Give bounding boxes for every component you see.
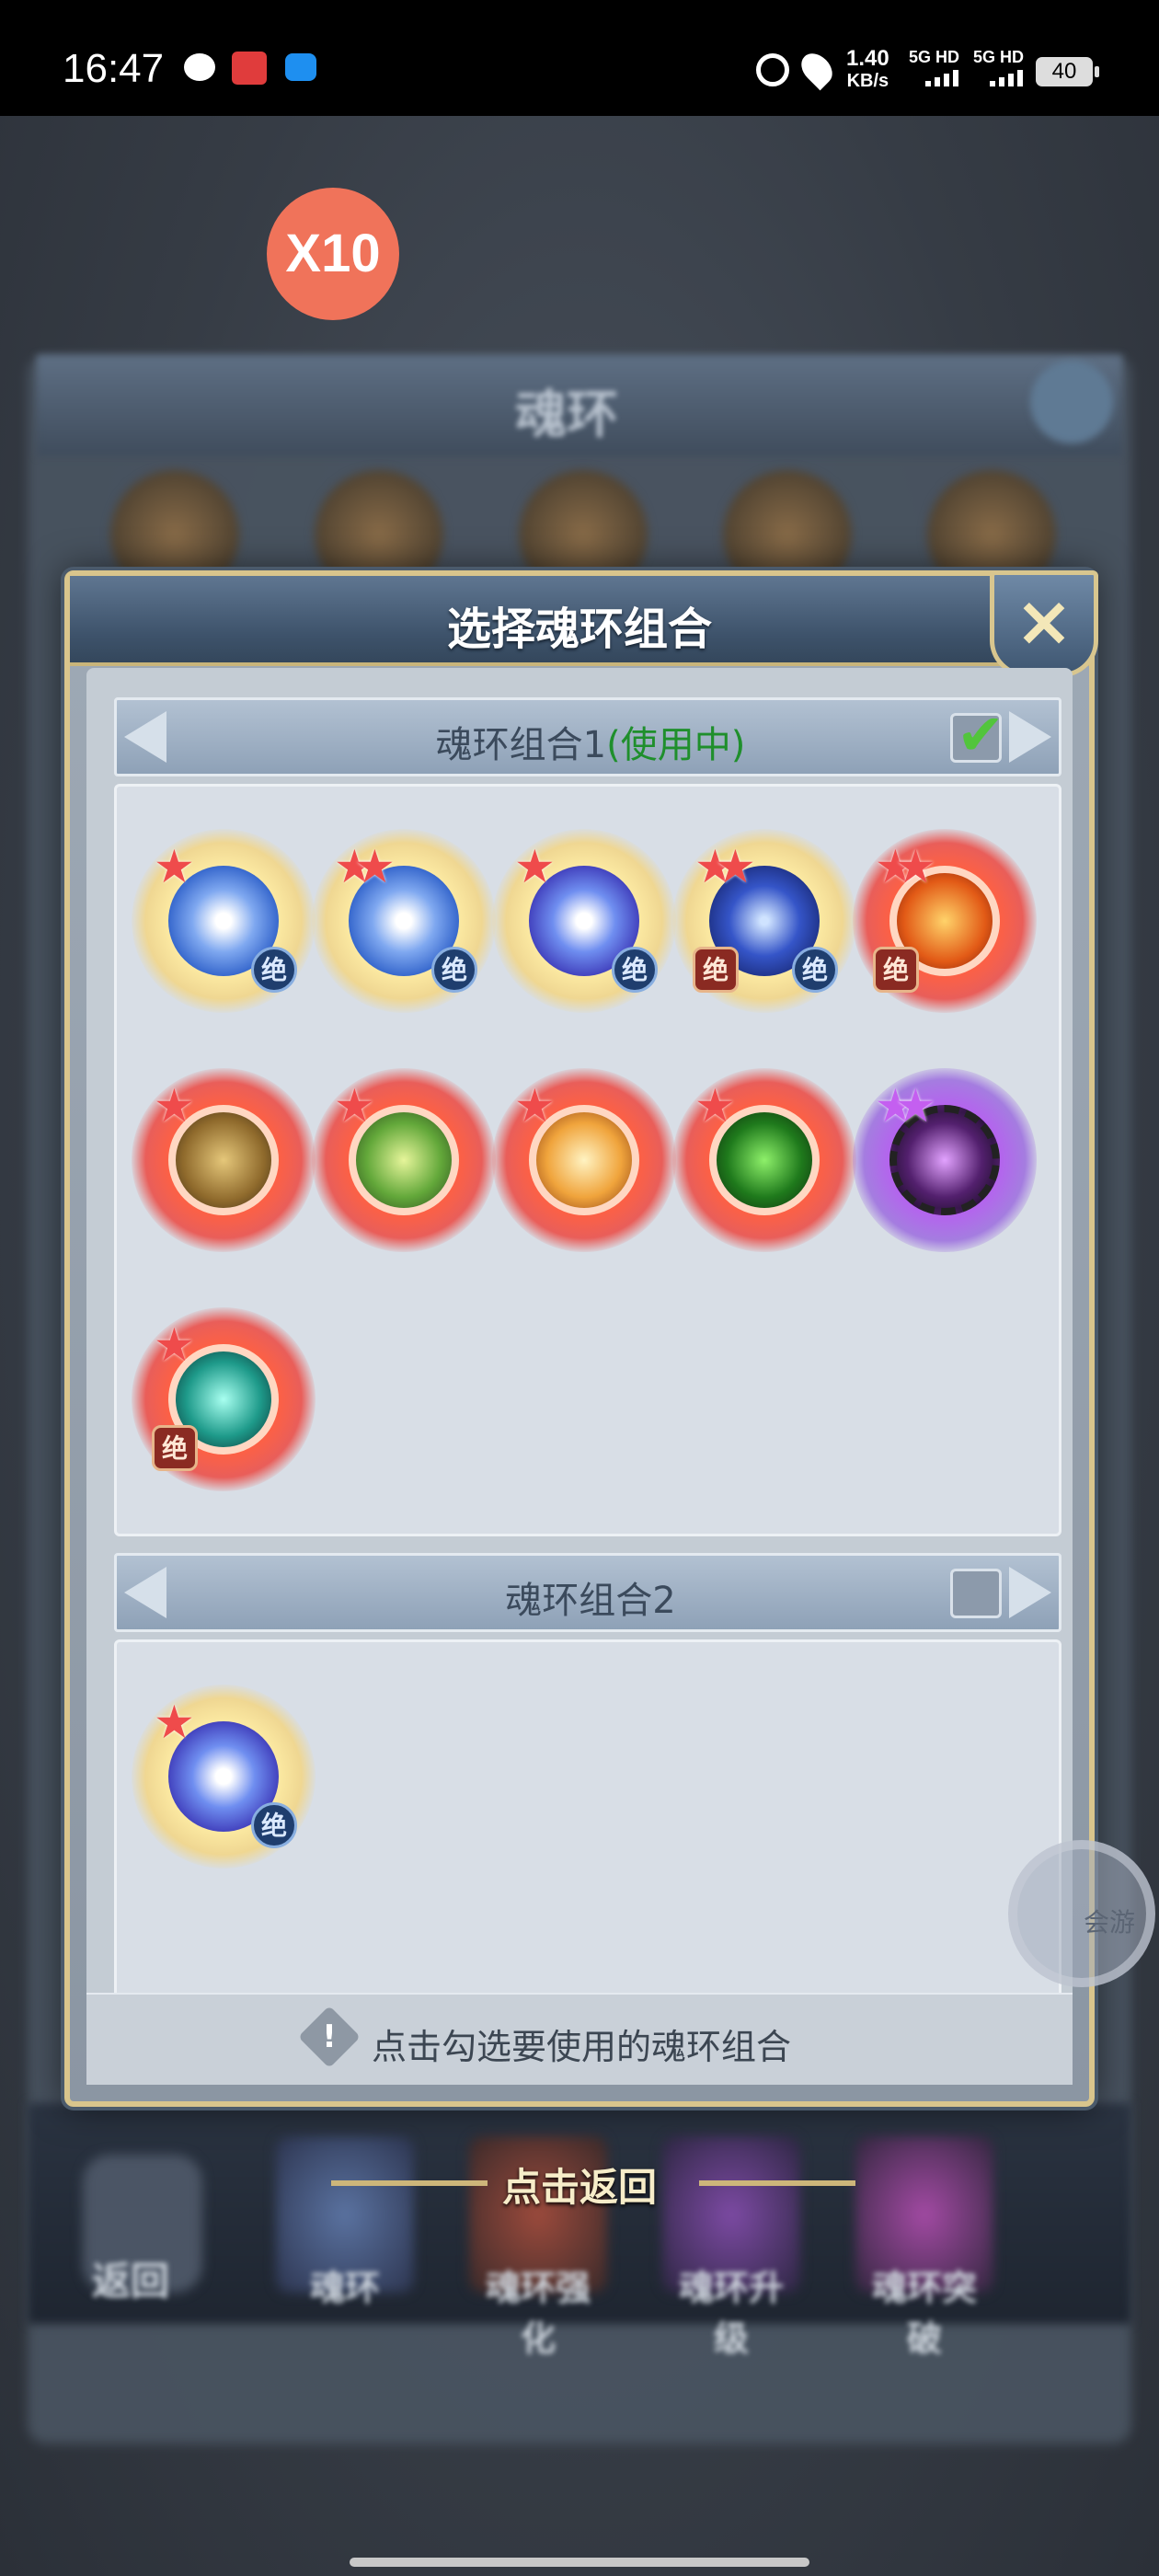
floating-assistant-button[interactable]: 会游 bbox=[1008, 1840, 1155, 1987]
group-2-name: 魂环组合2 bbox=[505, 1580, 676, 1622]
group-1-label: 魂环组合1(使用中) bbox=[117, 715, 1064, 768]
signal-icon-2 bbox=[990, 70, 1023, 86]
close-icon[interactable]: × bbox=[990, 570, 1098, 677]
soul-ring-flame-phoenix[interactable]: ★ bbox=[492, 1068, 676, 1252]
group-2-header[interactable]: 魂环组合2 bbox=[114, 1553, 1061, 1632]
group-1-rings: ★ 绝 ★ ★ 绝 ★ 绝 ★ ★ 绝 绝 ★ ★ 绝 ★ ★ ★ ★ ★ ★ … bbox=[114, 784, 1061, 1536]
soul-ring-green-phoenix[interactable]: ★ bbox=[312, 1068, 496, 1252]
background-tab-label: 魂环强化 bbox=[485, 2268, 591, 2359]
background-close-icon bbox=[1030, 361, 1113, 443]
battery-icon: 40 bbox=[1036, 57, 1099, 86]
group-1-status: (使用中) bbox=[606, 724, 746, 766]
jue-badge: 绝 bbox=[792, 947, 838, 993]
network-label-2: 5G HD bbox=[973, 48, 1025, 66]
group-2-rings: ★ 绝 bbox=[114, 1639, 1061, 1993]
star-icon: ★ bbox=[154, 840, 195, 893]
soul-ring-blue-swirl[interactable]: ★ 绝 bbox=[132, 829, 316, 1013]
dialog-body: 魂环组合1(使用中) ✔ ★ 绝 ★ ★ 绝 ★ 绝 ★ ★ 绝 绝 ★ ★ 绝… bbox=[86, 668, 1073, 2085]
wechat-icon bbox=[184, 53, 215, 81]
group-1-checkbox[interactable]: ✔ bbox=[950, 701, 1004, 768]
soul-ring-bronze-helm[interactable]: ★ bbox=[132, 1068, 316, 1252]
jue-badge: 绝 bbox=[612, 947, 658, 993]
star-icon: ★ bbox=[715, 840, 756, 893]
background-tab-labels: 魂环 魂环强化 魂环升级 魂环突破 bbox=[276, 2260, 993, 2361]
select-ring-combo-dialog: 选择魂环组合 × 魂环组合1(使用中) ✔ ★ 绝 ★ ★ 绝 ★ 绝 ★ ★ … bbox=[64, 570, 1098, 2107]
blue-app-icon bbox=[285, 53, 316, 81]
star-icon: ★ bbox=[895, 1079, 936, 1133]
ring-groups-list[interactable]: 魂环组合1(使用中) ✔ ★ 绝 ★ ★ 绝 ★ 绝 ★ ★ 绝 绝 ★ ★ 绝… bbox=[86, 668, 1073, 1993]
jue-badge-red: 绝 bbox=[873, 947, 919, 993]
star-icon: ★ bbox=[334, 1079, 375, 1133]
star-icon: ★ bbox=[514, 840, 556, 893]
network-speed: 1.40 KB/s bbox=[846, 48, 889, 92]
assistant-label: 会游 bbox=[1084, 1907, 1136, 1938]
home-indicator[interactable] bbox=[350, 2558, 809, 2567]
group-1-header[interactable]: 魂环组合1(使用中) ✔ bbox=[114, 697, 1061, 776]
jue-badge-red: 绝 bbox=[693, 947, 739, 993]
hint-text: 点击勾选要使用的魂环组合 bbox=[372, 2027, 792, 2067]
star-icon: ★ bbox=[354, 840, 396, 893]
background-tab-label: 魂环升级 bbox=[678, 2268, 784, 2359]
network-speed-value: 1.40 bbox=[846, 46, 889, 71]
dialog-footer: ! 点击勾选要使用的魂环组合 bbox=[86, 1993, 1073, 2085]
network-speed-unit: KB/s bbox=[846, 71, 889, 91]
signal-icon-1 bbox=[925, 70, 958, 86]
background-back-label: 返回 bbox=[92, 2259, 170, 2304]
dialog-title: 选择魂环组合 bbox=[446, 604, 712, 655]
group-2-label: 魂环组合2 bbox=[117, 1570, 1064, 1624]
jue-badge: 绝 bbox=[251, 1802, 297, 1848]
x10-badge: X10 bbox=[267, 188, 399, 320]
soul-ring-purple-swirl[interactable]: ★ 绝 bbox=[132, 1685, 316, 1869]
tap-to-return-button[interactable]: 点击返回 bbox=[0, 2156, 1159, 2213]
background-title: 魂环 bbox=[515, 385, 618, 445]
background-tab-label: 魂环突破 bbox=[871, 2268, 977, 2359]
soul-ring-dark-dragon[interactable]: ★ ★ bbox=[853, 1068, 1037, 1252]
star-icon: ★ bbox=[895, 840, 936, 893]
network-label-1: 5G HD bbox=[909, 48, 960, 66]
alarm-icon bbox=[756, 53, 789, 86]
group-1-name: 魂环组合1 bbox=[435, 724, 607, 766]
exclamation-icon: ! bbox=[298, 2006, 361, 2068]
jue-badge: 绝 bbox=[251, 947, 297, 993]
star-icon: ★ bbox=[154, 1696, 195, 1749]
star-icon: ★ bbox=[154, 1079, 195, 1133]
group-2-checkbox[interactable] bbox=[950, 1569, 1002, 1618]
star-icon: ★ bbox=[154, 1318, 195, 1372]
background-tab-label: 魂环 bbox=[309, 2268, 380, 2308]
status-bar: 16:47 1.40 KB/s 5G HD 5G HD 40 bbox=[0, 0, 1159, 116]
soul-ring-fire-demon[interactable]: ★ ★ 绝 bbox=[853, 829, 1037, 1013]
status-time: 16:47 bbox=[63, 46, 165, 91]
star-icon: ★ bbox=[514, 1079, 556, 1133]
location-icon bbox=[795, 47, 839, 91]
star-icon: ★ bbox=[694, 1079, 736, 1133]
dialog-header: 选择魂环组合 bbox=[70, 576, 1089, 666]
checkmark-icon: ✔ bbox=[957, 701, 1004, 768]
jue-badge-red: 绝 bbox=[152, 1425, 198, 1471]
soul-ring-blue-beast[interactable]: ★ ★ 绝 绝 bbox=[672, 829, 856, 1013]
soul-ring-clover[interactable]: ★ bbox=[672, 1068, 856, 1252]
jue-badge: 绝 bbox=[431, 947, 477, 993]
app-notification-icon bbox=[232, 52, 267, 85]
soul-ring-purple-swirl[interactable]: ★ 绝 bbox=[492, 829, 676, 1013]
soul-ring-teal-wings[interactable]: ★ 绝 bbox=[132, 1307, 316, 1491]
soul-ring-blue-dragon[interactable]: ★ ★ 绝 bbox=[312, 829, 496, 1013]
